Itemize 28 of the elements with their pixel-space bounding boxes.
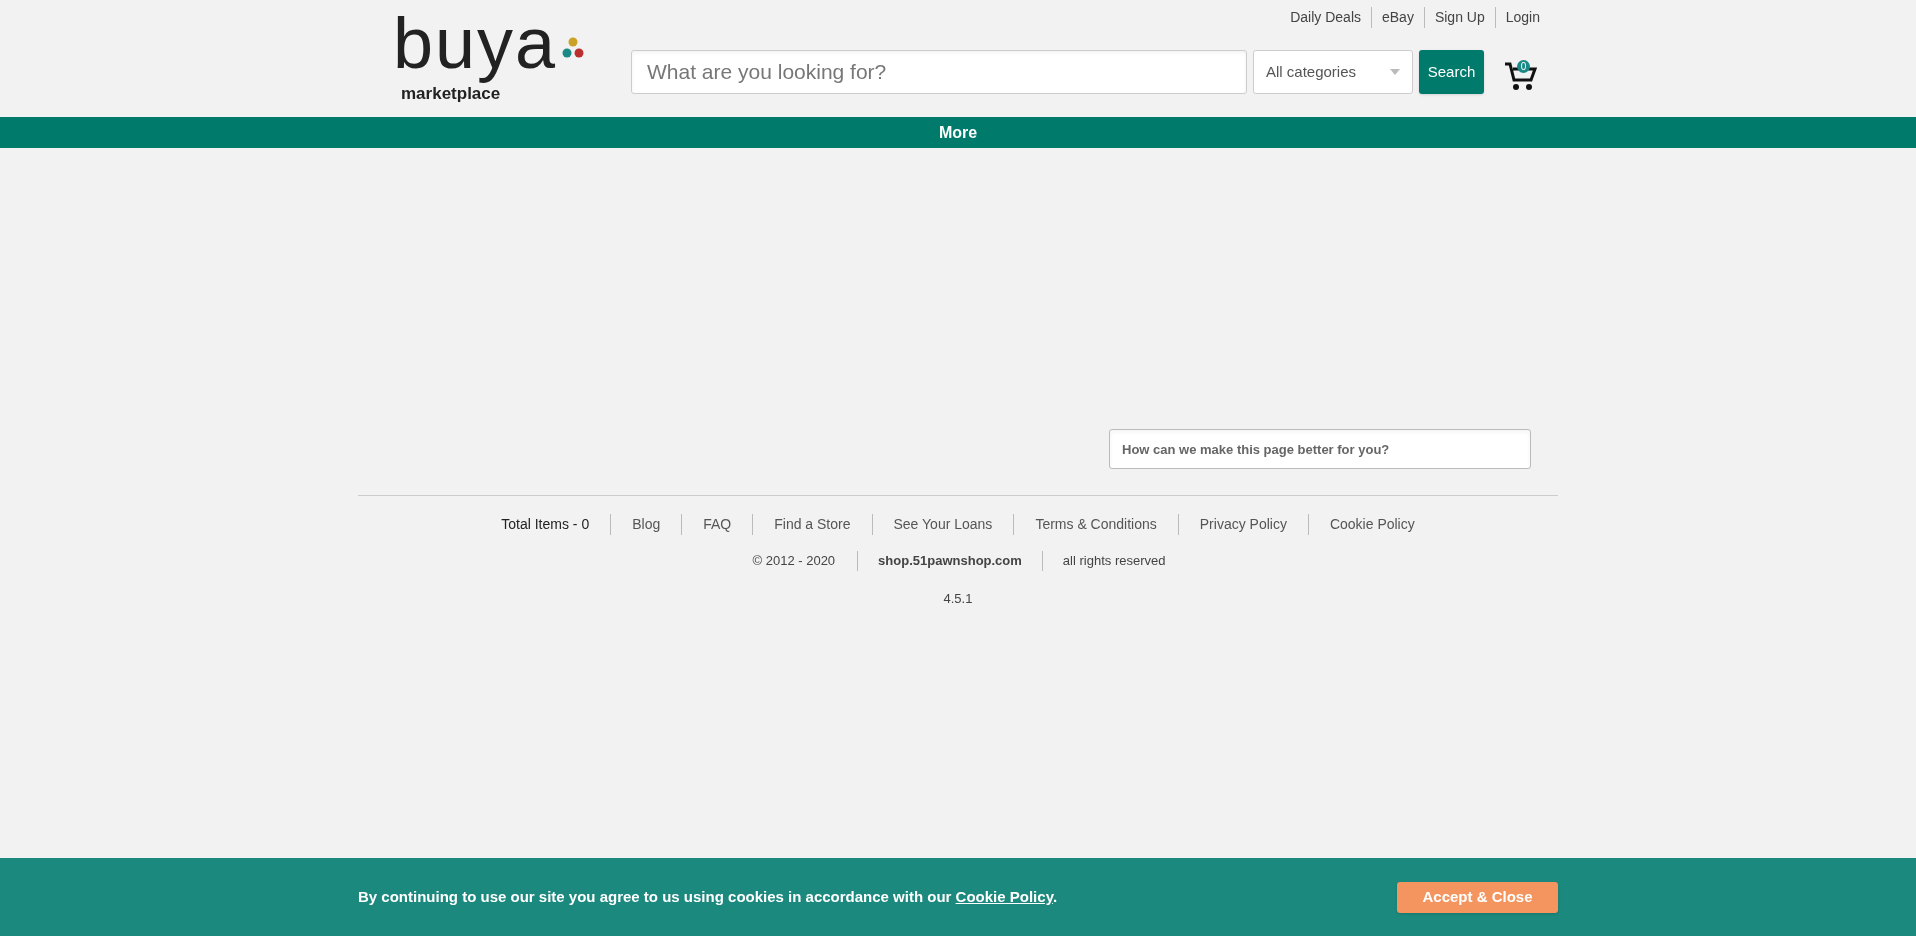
top-link[interactable]: Login — [1494, 6, 1550, 28]
footer-link[interactable]: Privacy Policy — [1177, 514, 1308, 535]
top-link[interactable]: eBay — [1371, 6, 1424, 28]
logo-tagline: marketplace — [401, 84, 502, 104]
cookie-notice-text: By continuing to use our site you agree to us using cookies in accordance with our Cookie Policy. — [358, 886, 1058, 907]
site-link[interactable]: shop.51pawnshop.com — [857, 551, 1042, 571]
footer-link[interactable]: See Your Loans — [871, 514, 1014, 535]
footer-link[interactable]: Cookie Policy — [1307, 514, 1436, 535]
copyright-text: © 2012 - 2020 — [751, 552, 837, 570]
search-field[interactable]: What are you looking for? — [631, 50, 1247, 94]
category-dropdown[interactable]: All categories — [1253, 50, 1413, 94]
logo-wordmark: buya — [393, 2, 558, 84]
footer-link[interactable]: FAQ — [681, 514, 753, 535]
version-text: 4.5.1 — [943, 589, 973, 608]
caret-icon — [1390, 69, 1400, 75]
footer-link[interactable]: Blog — [610, 514, 682, 535]
top-link[interactable]: Sign Up — [1423, 6, 1495, 28]
rights-text: all rights reserved — [1041, 551, 1186, 571]
cart-icon[interactable] — [1504, 61, 1538, 91]
cookie-policy-link[interactable]: Cookie Policy — [955, 887, 1053, 905]
feedback-field[interactable]: How can we make this page better for you? — [1109, 429, 1531, 469]
more-link[interactable]: More — [938, 120, 978, 145]
total-items-text: Total Items - 0 — [500, 515, 591, 534]
cart-count-badge: 0 — [1517, 60, 1530, 73]
footer-link[interactable]: Find a Store — [752, 514, 872, 535]
footer-link[interactable]: Terms & Conditions — [1013, 514, 1178, 535]
top-link[interactable]: Daily Deals — [1280, 6, 1371, 28]
search-button[interactable]: Search — [1419, 50, 1484, 94]
